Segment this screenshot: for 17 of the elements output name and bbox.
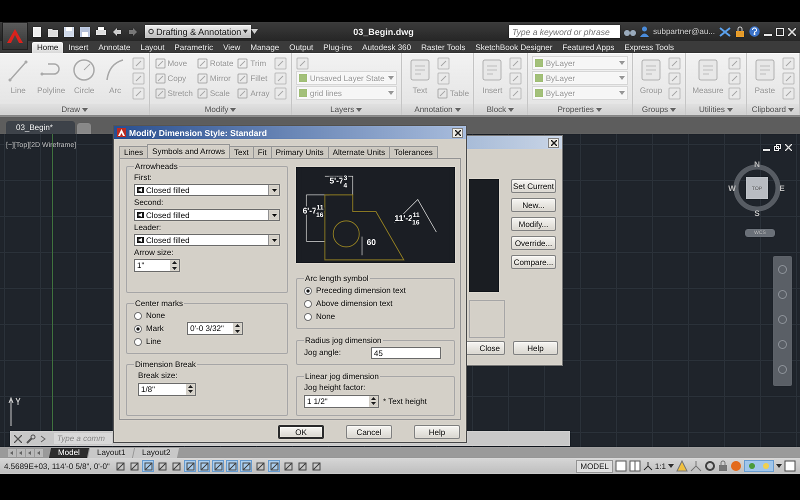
field-label: Break size:	[138, 370, 179, 380]
group-title: Arrowheads	[134, 162, 179, 171]
dialog-title: Modify Dimension Style: Standard	[129, 128, 268, 138]
window-title: 03_Begin.dwg	[352, 26, 415, 36]
group-title: Linear jog dimension	[304, 372, 380, 381]
group-title: Center marks	[134, 298, 184, 308]
field-label: First:	[134, 173, 153, 182]
group-title: Radius jog dimension	[304, 336, 382, 345]
group-title: Arc length symbol	[304, 274, 370, 283]
field-label: Jog height factor:	[304, 382, 366, 392]
field-label: Jog angle:	[304, 348, 341, 358]
group-title: Dimension Break	[134, 360, 197, 369]
coordinates-readout: 4.5689E+03, 114'-0 5/8", 0'-0"	[4, 462, 111, 470]
field-label: * Text height	[383, 396, 427, 406]
field-label: Arrow size:	[134, 248, 175, 257]
field-label: Second:	[134, 198, 164, 207]
field-label: Leader:	[134, 223, 162, 232]
